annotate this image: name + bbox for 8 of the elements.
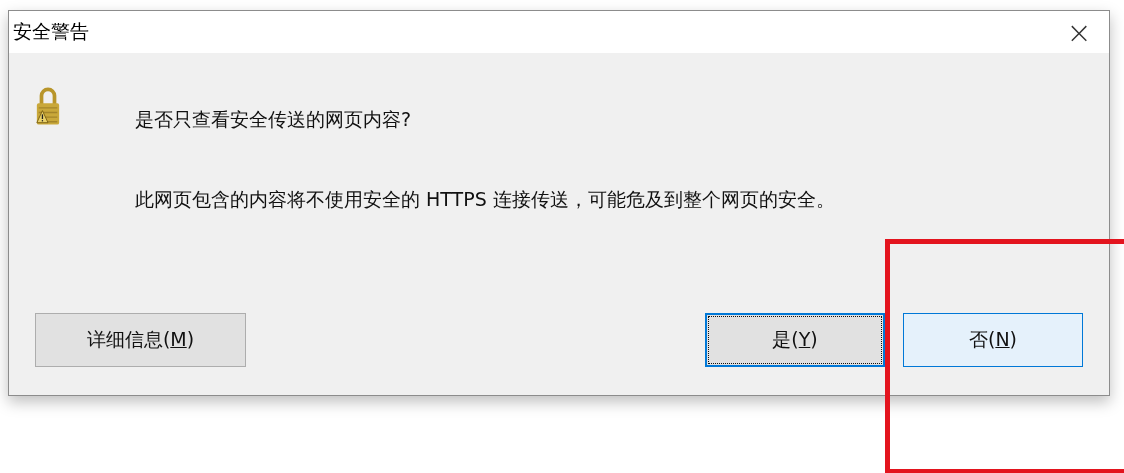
window-title: 安全警告 [13,19,89,44]
padlock-warning-icon [35,85,61,127]
dialog-button[interactable]: 否(N) [903,313,1083,367]
dialog-button[interactable]: 是(Y) [705,313,885,367]
dialog-button[interactable]: 详细信息(M) [35,313,246,367]
close-button[interactable]: × [1049,11,1109,53]
question-text: 是否只查看安全传送的网页内容? [135,107,413,132]
detail-text: 此网页包含的内容将不使用安全的 HTTPS 连接传送，可能危及到整个网页的安全。 [135,187,835,212]
